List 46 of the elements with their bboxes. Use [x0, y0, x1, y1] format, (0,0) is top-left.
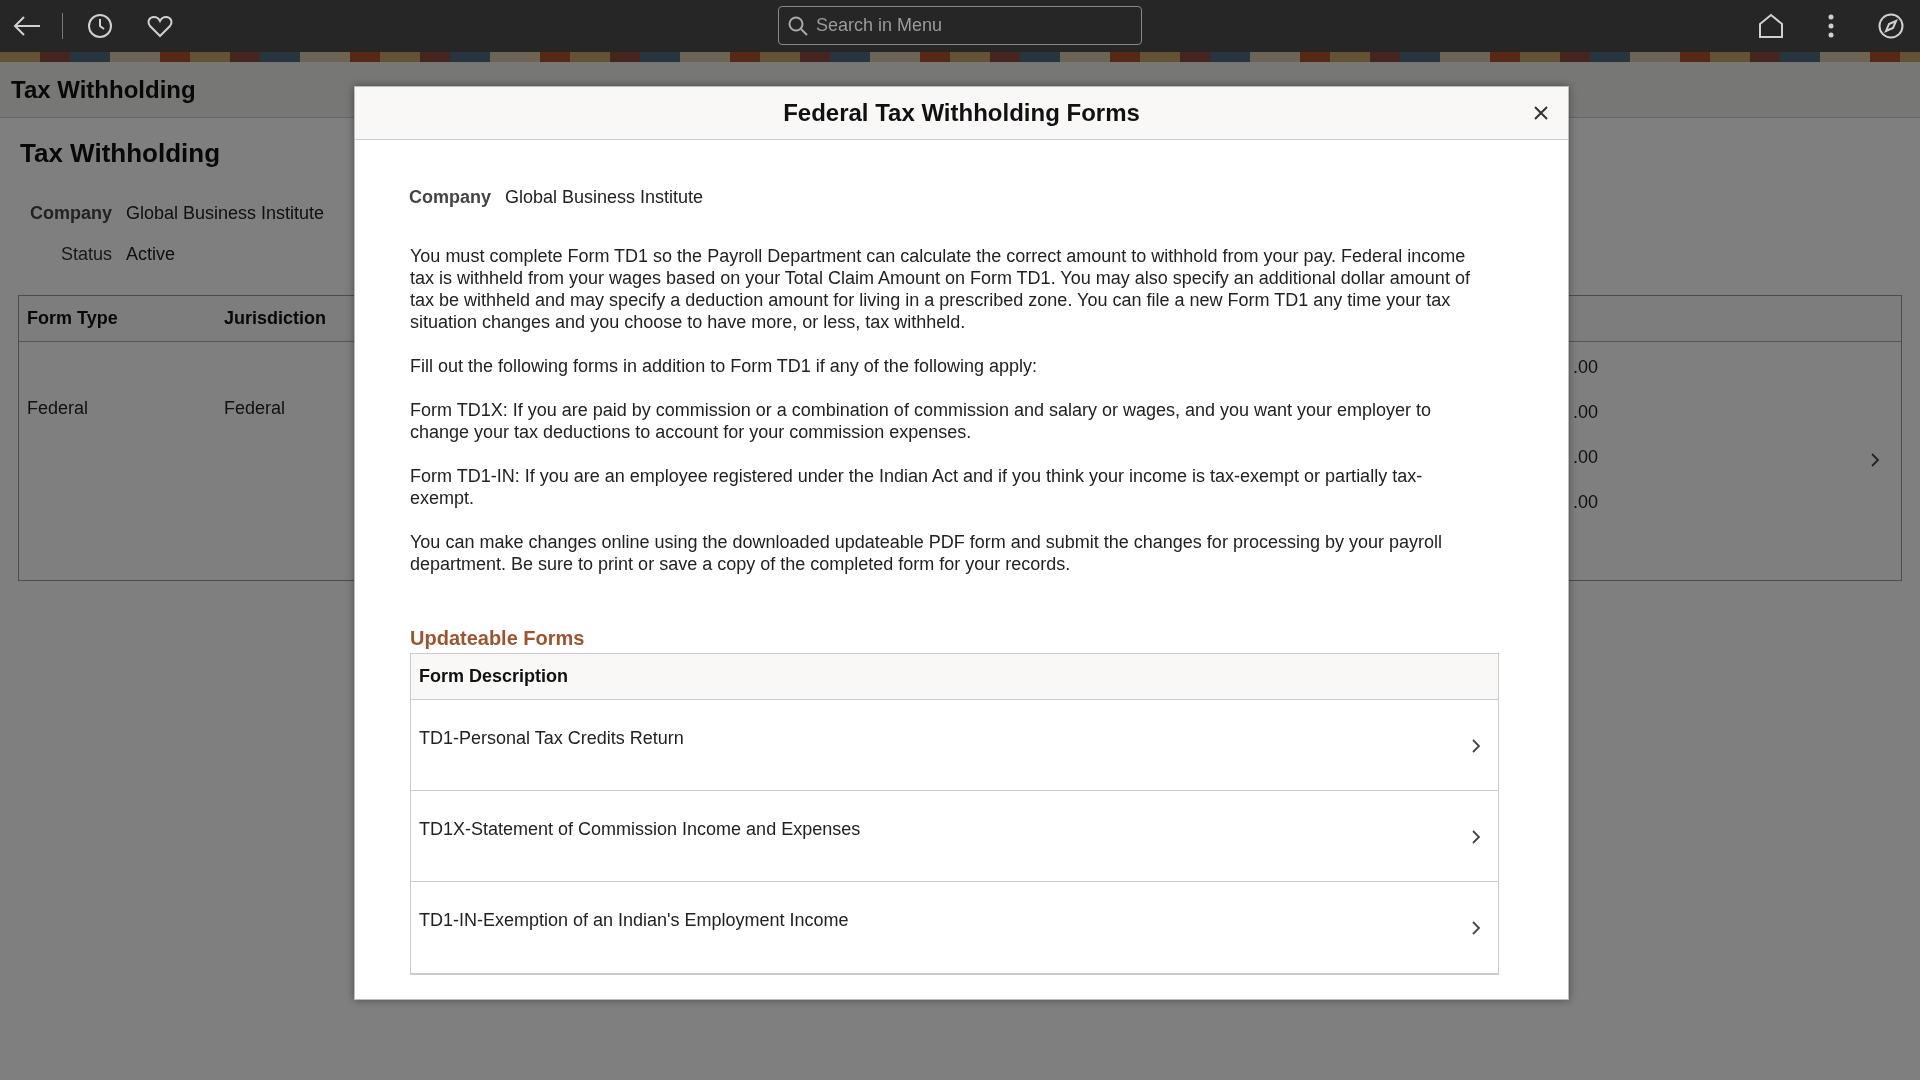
- chevron-right-icon: [1470, 920, 1482, 936]
- amount-text: .00: [1573, 447, 1599, 468]
- form-description: TD1-IN-Exemption of an Indian's Employment Income: [419, 910, 849, 931]
- form-description: TD1X-Statement of Commission Income and Expenses: [419, 819, 861, 840]
- column-header: Form Type: [27, 308, 118, 328]
- page-title: Tax Withholding: [20, 138, 221, 169]
- clock-icon: [87, 13, 113, 39]
- back-arrow-icon: [12, 14, 42, 38]
- paragraph-text: Form TD1-IN: If you are an employee registered under the Indian Act and if you think your income is tax-exempt or partially tax-exempt.: [410, 465, 1424, 509]
- paragraph-text: You must complete Form TD1 so the Payroll Department can calculate the correct amount to withhold from your pay. Federal income tax is withheld from your wages based on your Total Claim Amount on Form TD1. You may also specify an additional dollar amount of tax be withheld and may specify a deduction amount for living in a prescribed zone. You can file a new Form TD1 any time your tax situation changes and you choose to have more, or less, tax withheld.: [410, 245, 1471, 333]
- field-label: Status: [60, 244, 112, 265]
- close-icon: [1533, 105, 1549, 121]
- chevron-right-icon[interactable]: [1869, 452, 1881, 468]
- amount-text: .00: [1573, 492, 1599, 513]
- field-value: Active: [126, 244, 177, 265]
- paragraph-text: You can make changes online using the downloaded updateable PDF form and submit the changes for processing by your payroll department. Be sure to print or save a copy of the completed form for your records.: [410, 531, 1443, 575]
- form-row[interactable]: TD1-IN-Exemption of an Indian's Employment Income: [411, 882, 1498, 973]
- amount-text: .00: [1573, 357, 1599, 378]
- chevron-right-icon: [1470, 738, 1482, 754]
- modal-title: Federal Tax Withholding Forms: [783, 99, 1140, 127]
- column-header: Form Description: [419, 666, 569, 687]
- field-value: Global Business Institute: [126, 203, 325, 224]
- search-icon: [788, 16, 808, 36]
- table-cell: Federal: [224, 398, 286, 418]
- field-value: Global Business Institute: [505, 187, 704, 208]
- section-title: Updateable Forms: [410, 627, 586, 650]
- table-cell: Federal: [27, 398, 89, 418]
- navigator-button[interactable]: [1876, 11, 1906, 41]
- page-header-title: Tax Withholding: [11, 75, 196, 104]
- column-header: Jurisdiction: [224, 308, 326, 328]
- form-row[interactable]: TD1-Personal Tax Credits Return: [411, 700, 1498, 791]
- amount-text: .00: [1573, 402, 1599, 423]
- home-icon: [1758, 13, 1784, 39]
- search-field[interactable]: Search in Menu: [778, 6, 1142, 45]
- vertical-dots-icon: [1828, 14, 1834, 38]
- paragraph-text: Form TD1X: If you are paid by commission or a combination of commission and salary or wages, and you want your employer to change your tax deductions to account for your commission expenses.: [410, 399, 1433, 443]
- compass-icon: [1878, 13, 1904, 39]
- chevron-right-icon: [1470, 829, 1482, 845]
- form-row[interactable]: TD1X-Statement of Commission Income and Expenses: [411, 791, 1498, 882]
- paragraph-text: Fill out the following forms in addition to Form TD1 if any of the following apply:: [410, 355, 1038, 377]
- home-button[interactable]: [1756, 11, 1786, 41]
- field-label: Company: [409, 187, 491, 208]
- history-button[interactable]: [85, 11, 115, 41]
- heart-icon: [147, 14, 173, 38]
- form-description: TD1-Personal Tax Credits Return: [419, 728, 684, 749]
- field-label: Company: [30, 203, 112, 224]
